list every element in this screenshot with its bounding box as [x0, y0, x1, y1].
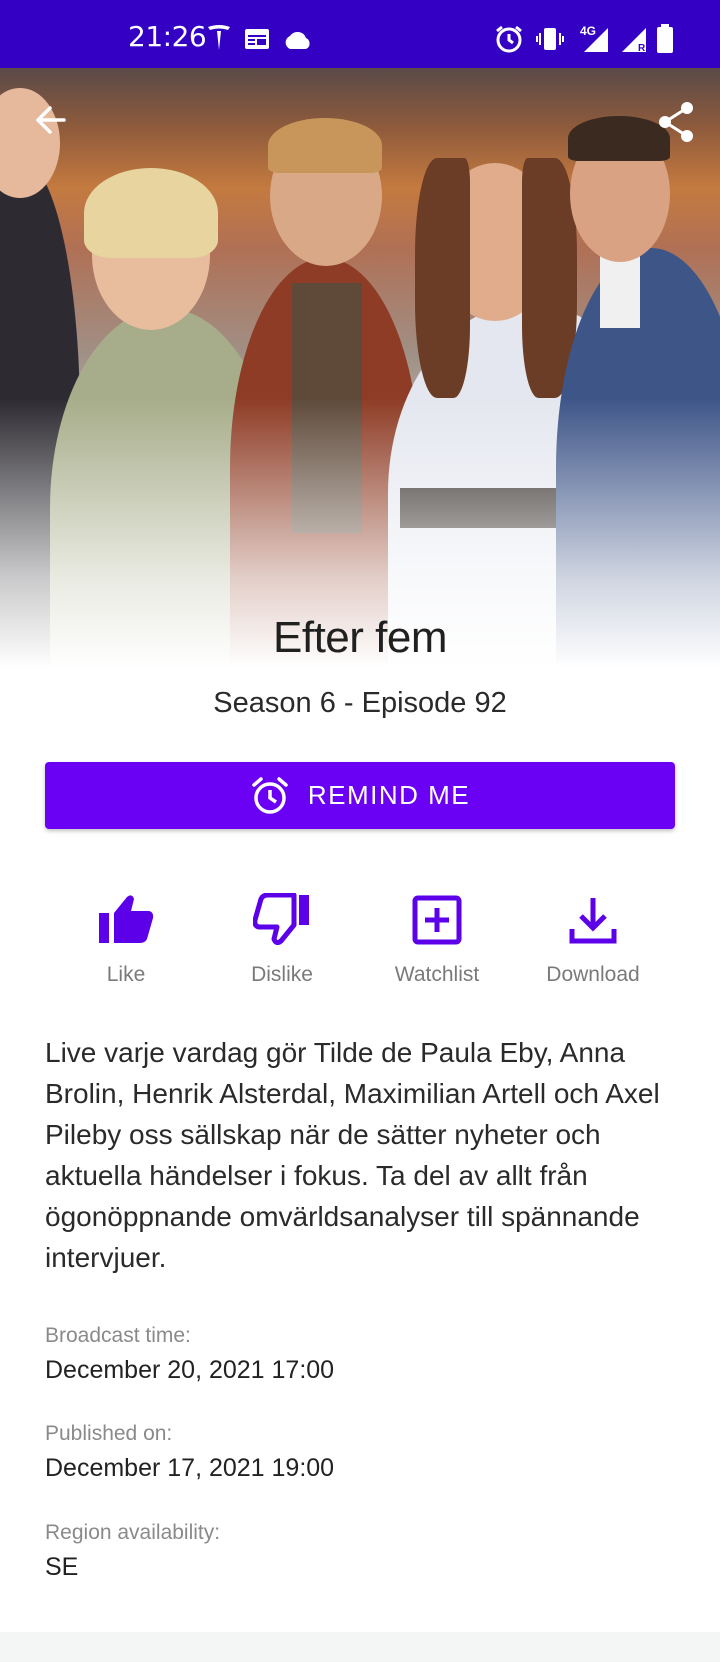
download-button[interactable]: Download	[518, 885, 668, 987]
alarm-icon	[496, 25, 522, 53]
region-availability: Region availability: SE	[45, 1521, 220, 1582]
hero-gradient	[0, 68, 720, 668]
dislike-label: Dislike	[251, 963, 313, 986]
published-on-value: December 17, 2021 19:00	[45, 1454, 335, 1482]
vibrate-icon	[536, 28, 564, 50]
like-label: Like	[106, 963, 146, 986]
program-description: Live varje vardag gör Tilde de Paula Eby…	[45, 1037, 660, 1273]
hero-image	[0, 68, 720, 668]
remind-me-button[interactable]: REMIND ME	[45, 762, 675, 829]
download-icon	[569, 898, 617, 944]
action-row: Like Dislike Watchlist Download	[0, 885, 720, 995]
back-arrow-icon[interactable]	[30, 100, 70, 140]
thumb-up-icon	[99, 895, 154, 943]
tesla-icon	[208, 25, 230, 50]
cloud-icon	[285, 31, 310, 49]
watchlist-button[interactable]: Watchlist	[362, 885, 512, 987]
broadcast-time: Broadcast time: December 20, 2021 17:00	[45, 1324, 334, 1385]
broadcast-time-value: December 20, 2021 17:00	[45, 1356, 335, 1384]
signal-roaming-icon: R	[622, 28, 646, 54]
region-availability-value: SE	[45, 1553, 79, 1581]
published-on: Published on: December 17, 2021 19:00	[45, 1422, 334, 1483]
program-title: Efter fem	[273, 613, 448, 662]
status-bar: 21:26 4G R	[0, 0, 720, 68]
share-icon[interactable]	[656, 100, 696, 144]
published-on-label: Published on:	[45, 1422, 173, 1445]
watchlist-label: Watchlist	[394, 963, 480, 986]
bottom-strip	[0, 1632, 720, 1662]
dislike-button[interactable]: Dislike	[207, 885, 357, 987]
status-time: 21:26	[128, 20, 207, 53]
region-availability-label: Region availability:	[45, 1521, 221, 1544]
signal-icon	[584, 28, 608, 52]
broadcast-time-label: Broadcast time:	[45, 1324, 191, 1347]
like-button[interactable]: Like	[51, 885, 201, 987]
add-box-icon	[412, 895, 462, 945]
svg-text:R: R	[638, 43, 646, 54]
alarm-clock-icon	[252, 776, 288, 814]
download-label: Download	[546, 963, 640, 986]
thumb-down-icon	[253, 893, 309, 945]
episode-info: Season 6 - Episode 92	[213, 687, 507, 719]
calendar-icon	[245, 29, 269, 49]
remind-me-label: REMIND ME	[307, 780, 471, 810]
battery-icon	[657, 24, 673, 53]
